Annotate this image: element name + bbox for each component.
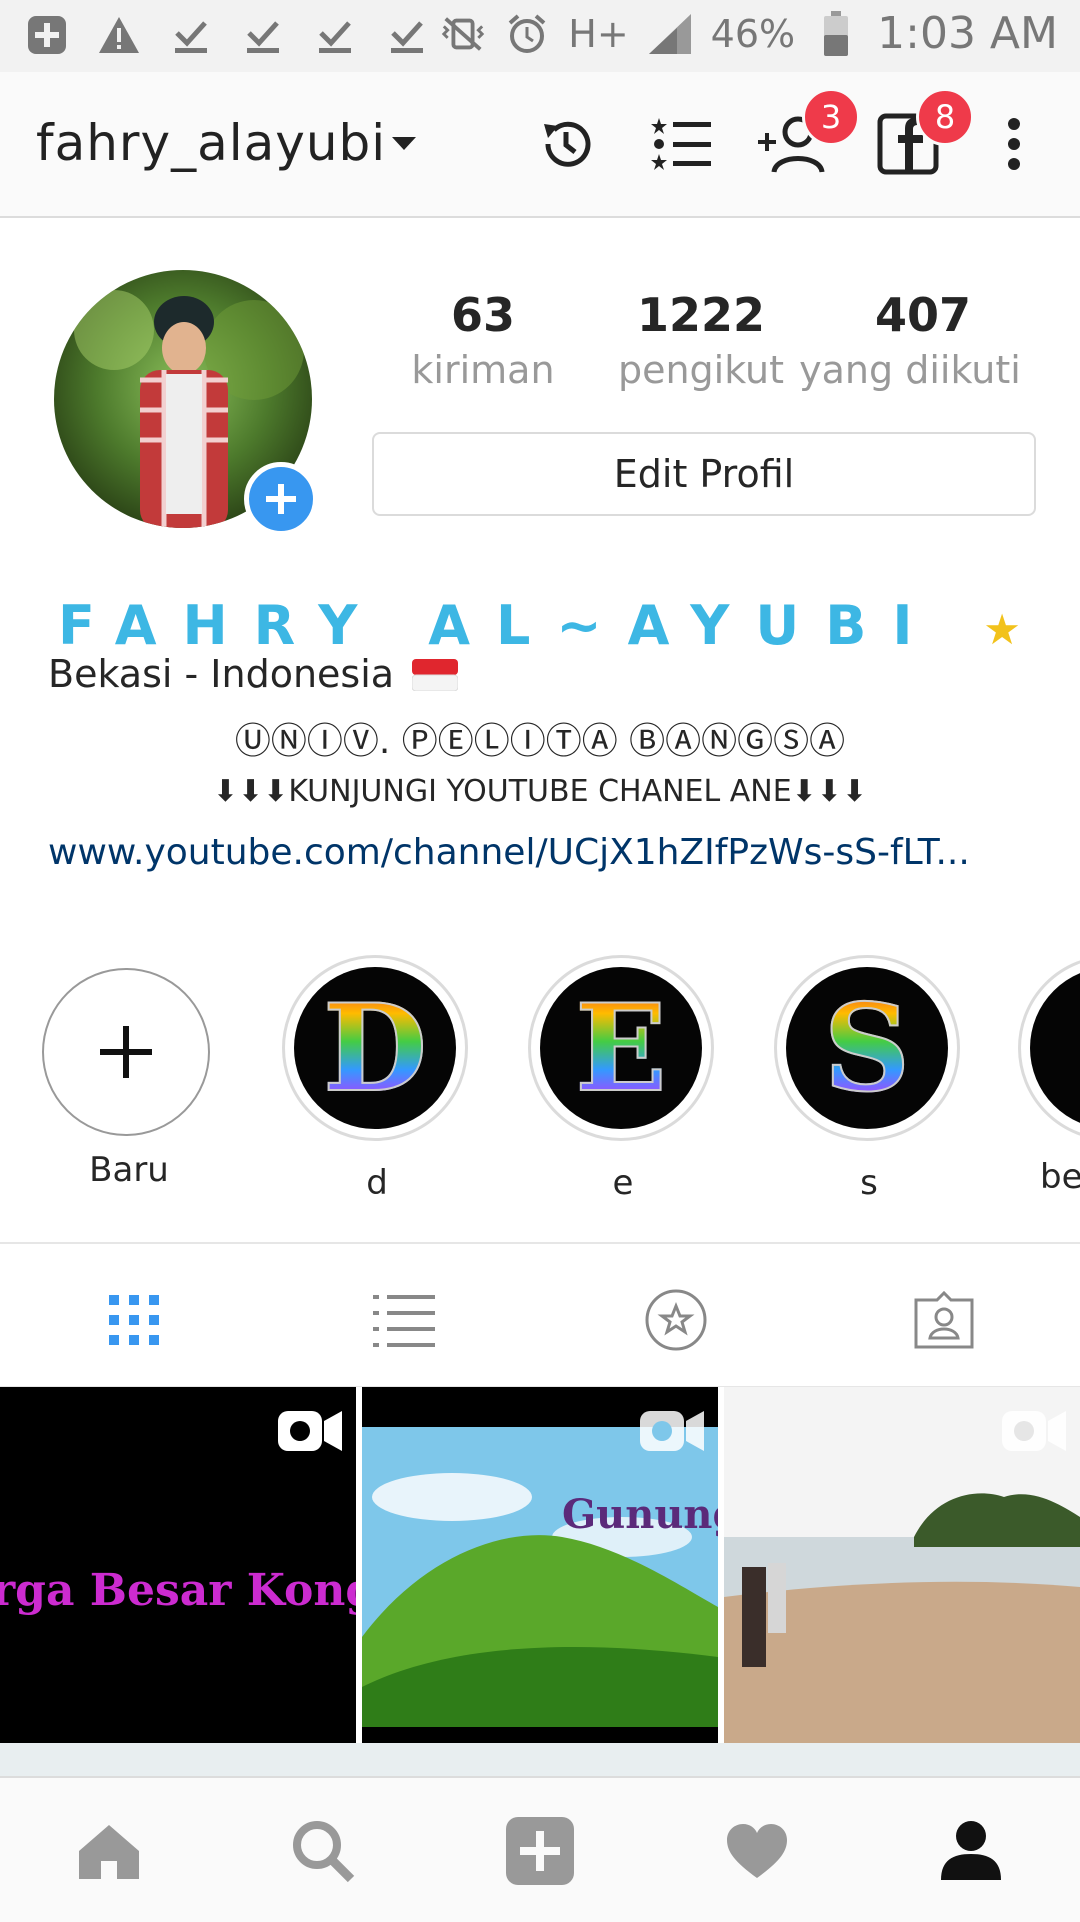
add-post-icon: [506, 1817, 574, 1885]
highlight-new-ring: [42, 968, 210, 1136]
highlight-ring: D: [282, 955, 468, 1141]
video-icon: [1000, 1407, 1068, 1459]
chevron-down-icon[interactable]: [392, 136, 416, 155]
add-story-button[interactable]: [244, 462, 318, 536]
nav-home[interactable]: [64, 1806, 154, 1896]
highlight-cover: D: [294, 967, 456, 1129]
indonesia-flag-icon: [411, 659, 459, 692]
highlight-label: d: [366, 1163, 388, 1203]
nav-new-post[interactable]: [495, 1806, 585, 1896]
vibrate-off-icon: [440, 11, 486, 57]
highlight-label: e: [612, 1163, 634, 1203]
username[interactable]: fahry_alayubi: [36, 114, 386, 172]
highlight-e[interactable]: E e: [528, 955, 718, 1203]
edit-profile-button[interactable]: Edit Profil: [372, 432, 1036, 516]
tab-tagged[interactable]: [884, 1280, 1004, 1360]
stat-posts[interactable]: 63 kiriman: [378, 288, 598, 392]
highlight-s[interactable]: S s: [774, 955, 964, 1203]
post-tile[interactable]: Gunung: [362, 1387, 718, 1743]
highlight-new[interactable]: Baru: [34, 960, 224, 1190]
download-done-icon: [240, 12, 286, 58]
highlight-be[interactable]: be: [1018, 955, 1080, 1215]
tab-grid[interactable]: [74, 1280, 194, 1360]
followers-label: pengikut: [617, 348, 785, 392]
divider: [0, 1242, 1080, 1244]
bio-location-text: Bekasi - Indonesia: [48, 652, 395, 696]
highlight-label: s: [860, 1163, 878, 1203]
more-options-button[interactable]: [984, 104, 1044, 184]
list-icon: [373, 1295, 435, 1347]
following-label: yang diikuti: [799, 348, 1021, 392]
posts-count: 63: [450, 288, 515, 342]
highlight-label: be: [1040, 1157, 1080, 1197]
nav-search[interactable]: [278, 1806, 368, 1896]
facebook-badge: 8: [916, 88, 974, 146]
profile-website-link[interactable]: www.youtube.com/channel/UCjX1hZIfPzWs-sS…: [48, 832, 970, 873]
battery-icon: [813, 10, 859, 57]
highlight-ring: E: [528, 955, 714, 1141]
nav-activity[interactable]: [712, 1806, 802, 1896]
download-done-icon: [168, 12, 214, 58]
highlight-cover: E: [540, 967, 702, 1129]
tab-list[interactable]: [344, 1280, 464, 1360]
highlight-cover-letter: E: [574, 977, 667, 1120]
followers-count: 1222: [636, 288, 766, 342]
star-icon: ★: [983, 605, 1021, 654]
stat-following[interactable]: 407 yang diikuti: [799, 288, 1030, 392]
post-tile[interactable]: rga Besar Kong H: [0, 1387, 356, 1743]
highlight-cover-letter: D: [322, 977, 428, 1120]
plus-icon: [100, 1026, 152, 1078]
highlight-d[interactable]: D d: [282, 955, 472, 1203]
download-done-icon: [312, 12, 358, 58]
nav-profile[interactable]: [926, 1806, 1016, 1896]
notification-icons: [24, 12, 430, 58]
download-done-icon: [384, 12, 430, 58]
tagged-person-icon: [914, 1290, 974, 1349]
post-caption: rga Besar Kong H: [0, 1565, 356, 1616]
bottom-navigation: [0, 1776, 1080, 1922]
stat-followers[interactable]: 1222 pengikut: [596, 288, 816, 392]
history-icon: [544, 121, 591, 167]
close-friends-button[interactable]: [642, 104, 722, 184]
home-icon: [79, 1825, 139, 1879]
warning-icon: [96, 12, 142, 58]
highlight-cover: S: [786, 967, 948, 1129]
archive-history-button[interactable]: [526, 104, 606, 184]
post-tile[interactable]: [724, 1387, 1080, 1743]
highlight-label: Baru: [89, 1150, 169, 1190]
full-name-text: FAHRY AL~AYUBI: [58, 594, 939, 657]
highlight-cover: [1030, 967, 1080, 1129]
highlight-ring: S: [774, 955, 960, 1141]
tab-saved[interactable]: [616, 1280, 736, 1360]
posts-label: kiriman: [411, 348, 555, 392]
video-icon: [276, 1407, 344, 1459]
star-circle-icon: [645, 1289, 707, 1351]
plus-icon: [266, 484, 296, 514]
profile-icon: [941, 1821, 1001, 1880]
add-box-icon: [24, 12, 70, 58]
search-icon: [293, 1821, 355, 1883]
highlight-cover-letter: S: [823, 977, 912, 1120]
friend-request-badge: 3: [802, 88, 860, 146]
bio-university: ⓊⓃⒾⓋ. ⓅⒺⓁⒾⓉⒶ ⒷⒶⓃⒼⓈⒶ: [234, 721, 846, 762]
following-count: 407: [874, 288, 972, 342]
heart-icon: [727, 1824, 787, 1878]
signal-icon: [647, 11, 693, 57]
network-type: H+: [568, 11, 629, 56]
star-list-icon: [651, 118, 711, 170]
bio-location: Bekasi - Indonesia: [48, 652, 459, 696]
bio-youtube-prompt: ⬇⬇⬇KUNJUNGI YOUTUBE CHANEL ANE⬇⬇⬇: [212, 774, 868, 809]
profile-header: fahry_alayubi 3 8: [0, 72, 1080, 218]
highlight-ring: [1018, 955, 1080, 1141]
system-status: H+ 46% 1:03 AM: [440, 8, 1058, 59]
grid-icon: [109, 1295, 159, 1345]
post-caption: Gunung: [562, 1491, 718, 1538]
full-name: FAHRY AL~AYUBI ★: [58, 594, 1021, 657]
clock: 1:03 AM: [877, 8, 1058, 59]
alarm-icon: [504, 11, 550, 57]
status-bar: H+ 46% 1:03 AM: [0, 0, 1080, 72]
more-vertical-icon: [1008, 118, 1020, 170]
video-icon: [638, 1407, 706, 1459]
battery-percent: 46%: [710, 11, 796, 56]
